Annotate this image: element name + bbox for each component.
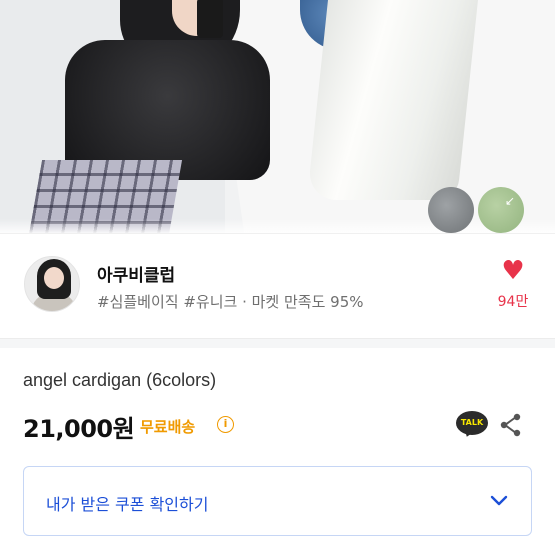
share-icon[interactable] [498, 412, 524, 438]
product-image[interactable]: ↙ [0, 0, 555, 233]
coupon-label: 내가 받은 쿠폰 확인하기 [46, 495, 209, 514]
kakao-talk-button[interactable]: TALK [456, 411, 488, 439]
image-fade [0, 219, 555, 233]
like-count: 94만 [497, 294, 529, 310]
seller-row[interactable]: 아쿠비클럽 #심플베이직 #유니크 · 마켓 만족도 95% ♥ 94만 [0, 233, 555, 338]
avatar-face [44, 267, 64, 289]
image-model-phone [197, 0, 223, 38]
like-button[interactable]: ♥ 94만 [493, 257, 533, 311]
color-swatch-gray[interactable] [428, 187, 474, 233]
color-swatch-green[interactable]: ↙ [478, 187, 524, 233]
image-white-jeans [306, 0, 480, 200]
talk-icon: TALK [456, 411, 488, 435]
shipping-badge: 무료배송 [140, 418, 196, 436]
chevron-down-icon [490, 495, 508, 506]
product-price: 21,000원 [23, 415, 135, 443]
section-divider [0, 338, 555, 348]
expand-arrow-icon: ↙ [504, 194, 515, 208]
image-black-cardigan [65, 40, 270, 180]
coupon-check-button[interactable]: 내가 받은 쿠폰 확인하기 [23, 466, 532, 536]
info-icon[interactable]: i [217, 416, 234, 433]
seller-name[interactable]: 아쿠비클럽 [97, 261, 175, 286]
heart-icon[interactable]: ♥ [493, 257, 533, 285]
product-title: angel cardigan (6colors) [23, 370, 217, 390]
seller-tags: #심플베이직 #유니크 · 마켓 만족도 95% [97, 293, 364, 311]
avatar[interactable] [24, 256, 80, 312]
